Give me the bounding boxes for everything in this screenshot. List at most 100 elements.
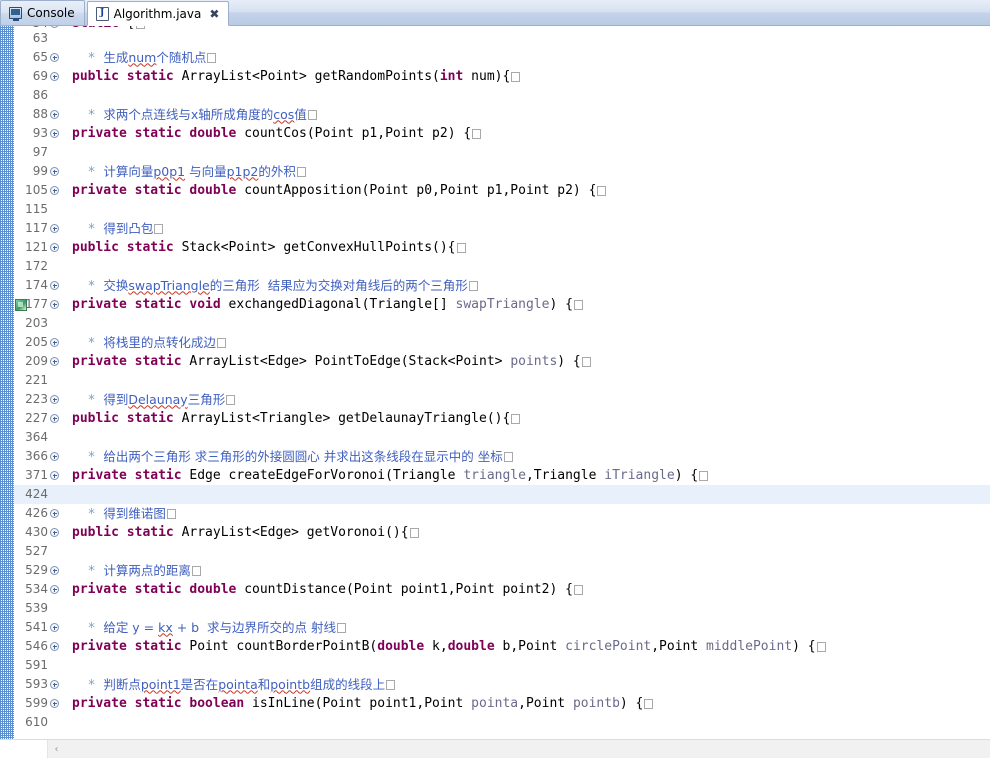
line-gutter[interactable]: 65: [14, 48, 61, 67]
horizontal-scrollbar[interactable]: ‹: [0, 739, 990, 758]
line-gutter[interactable]: 93: [14, 124, 61, 143]
collapsed-region-box-icon[interactable]: [597, 185, 607, 196]
fold-expand-icon[interactable]: [49, 585, 60, 594]
fold-expand-icon[interactable]: [49, 186, 60, 195]
code-line[interactable]: 88 * 求两个点连线与x轴所成角度的cos值: [14, 105, 990, 124]
collapsed-region-box-icon[interactable]: [386, 680, 396, 690]
line-gutter[interactable]: 115: [14, 200, 61, 219]
fold-expand-icon[interactable]: [49, 680, 60, 689]
line-gutter[interactable]: 223: [14, 390, 61, 409]
fold-expand-icon[interactable]: [49, 699, 60, 708]
collapsed-region-box-icon[interactable]: [226, 395, 236, 405]
line-gutter[interactable]: 591: [14, 656, 61, 675]
tab-algorithm-java[interactable]: J Algorithm.java ✖: [86, 1, 230, 26]
code-line[interactable]: 93 private static double countCos(Point p…: [14, 124, 990, 143]
tab-console[interactable]: Console: [0, 0, 85, 25]
code-line[interactable]: 430 public static ArrayList<Edge> getVoro…: [14, 523, 990, 542]
line-gutter[interactable]: 174: [14, 276, 61, 295]
code-line[interactable]: 209 private static ArrayList<Edge> PointT…: [14, 352, 990, 371]
line-gutter[interactable]: 97: [14, 143, 61, 162]
code-line[interactable]: 205 * 将栈里的点转化成边: [14, 333, 990, 352]
line-gutter[interactable]: 534: [14, 580, 61, 599]
scroll-left-arrow-icon[interactable]: ‹: [48, 740, 65, 758]
line-gutter[interactable]: 121: [14, 238, 61, 257]
fold-expand-icon[interactable]: [49, 642, 60, 651]
fold-expand-icon[interactable]: [49, 528, 60, 537]
collapsed-region-box-icon[interactable]: [472, 128, 482, 139]
code-line[interactable]: 610: [14, 713, 990, 732]
line-gutter[interactable]: 541: [14, 618, 61, 637]
code-line[interactable]: 69 public static ArrayList<Point> getRand…: [14, 67, 990, 86]
collapsed-region-box-icon[interactable]: [511, 71, 521, 82]
fold-expand-icon[interactable]: [49, 566, 60, 575]
fold-expand-icon[interactable]: [49, 243, 60, 252]
collapsed-region-box-icon[interactable]: [503, 452, 513, 462]
collapsed-region-box-icon[interactable]: [573, 299, 583, 310]
collapsed-region-box-icon[interactable]: [816, 641, 826, 652]
code-line[interactable]: 227 public static ArrayList<Triangle> get…: [14, 409, 990, 428]
collapsed-region-box-icon[interactable]: [216, 338, 226, 348]
collapsed-region-box-icon[interactable]: [456, 242, 466, 253]
code-line[interactable]: 97: [14, 143, 990, 162]
collapsed-region-box-icon[interactable]: [296, 167, 306, 177]
line-gutter[interactable]: 227: [14, 409, 61, 428]
line-gutter[interactable]: 203: [14, 314, 61, 333]
line-gutter[interactable]: 99: [14, 162, 61, 181]
code-area[interactable]: 54static {6365 * 生成num个随机点69public stati…: [14, 26, 990, 739]
fold-expand-icon[interactable]: [49, 338, 60, 347]
fold-expand-icon[interactable]: [49, 395, 60, 404]
collapsed-region-box-icon[interactable]: [581, 356, 591, 367]
line-gutter[interactable]: 105: [14, 181, 61, 200]
fold-expand-icon[interactable]: [49, 53, 60, 62]
code-line[interactable]: 426 * 得到维诺图: [14, 504, 990, 523]
collapsed-region-box-icon[interactable]: [468, 281, 478, 291]
code-line[interactable]: 63: [14, 29, 990, 48]
line-gutter[interactable]: 117: [14, 219, 61, 238]
code-line[interactable]: 371 private static Edge createEdgeForVoro…: [14, 466, 990, 485]
code-line[interactable]: 534 private static double countDistance(P…: [14, 580, 990, 599]
code-line[interactable]: 591: [14, 656, 990, 675]
fold-expand-icon[interactable]: [49, 281, 60, 290]
fold-expand-icon[interactable]: [49, 224, 60, 233]
collapsed-region-box-icon[interactable]: [644, 698, 654, 709]
close-icon[interactable]: ✖: [209, 8, 219, 20]
line-gutter[interactable]: 366: [14, 447, 61, 466]
line-gutter[interactable]: 69: [14, 67, 61, 86]
line-gutter[interactable]: 205: [14, 333, 61, 352]
line-gutter[interactable]: 177: [14, 295, 61, 314]
code-line[interactable]: 121 public static Stack<Point> getConvexH…: [14, 238, 990, 257]
fold-expand-icon[interactable]: [49, 26, 60, 28]
fold-expand-icon[interactable]: [49, 623, 60, 632]
fold-expand-icon[interactable]: [49, 509, 60, 518]
code-line[interactable]: 366 * 给出两个三角形 求三角形的外接圆圆心 并求出这条线段在显示中的 坐标: [14, 447, 990, 466]
line-gutter[interactable]: 364: [14, 428, 61, 447]
code-line[interactable]: 117 * 得到凸包: [14, 219, 990, 238]
code-line[interactable]: 105 private static double countApposition…: [14, 181, 990, 200]
collapsed-region-box-icon[interactable]: [207, 53, 217, 63]
line-gutter[interactable]: 371: [14, 466, 61, 485]
line-gutter[interactable]: 599: [14, 694, 61, 713]
code-line[interactable]: 593 * 判断点point1是否在pointa和pointb组成的线段上: [14, 675, 990, 694]
fold-expand-icon[interactable]: [49, 471, 60, 480]
scrollbar-track[interactable]: [65, 740, 990, 758]
line-gutter[interactable]: 610: [14, 713, 61, 732]
line-gutter[interactable]: 209: [14, 352, 61, 371]
collapsed-region-box-icon[interactable]: [511, 413, 521, 424]
fold-expand-icon[interactable]: [49, 110, 60, 119]
collapsed-region-box-icon[interactable]: [409, 527, 419, 538]
code-line[interactable]: 546 private static Point countBorderPoint…: [14, 637, 990, 656]
line-gutter[interactable]: 527: [14, 542, 61, 561]
code-line[interactable]: 99 * 计算向量p0p1 与向量p1p2的外积: [14, 162, 990, 181]
code-line[interactable]: 65 * 生成num个随机点: [14, 48, 990, 67]
code-line[interactable]: 599 private static boolean isInLine(Point…: [14, 694, 990, 713]
code-line[interactable]: 174 * 交换swapTriangle的三角形 结果应为交换对角线后的两个三角…: [14, 276, 990, 295]
code-line[interactable]: 529 * 计算两点的距离: [14, 561, 990, 580]
annotation-ruler[interactable]: [0, 26, 14, 739]
line-gutter[interactable]: 88: [14, 105, 61, 124]
line-gutter[interactable]: 426: [14, 504, 61, 523]
fold-expand-icon[interactable]: [49, 72, 60, 81]
fold-expand-icon[interactable]: [49, 167, 60, 176]
code-line[interactable]: 221: [14, 371, 990, 390]
line-gutter[interactable]: 172: [14, 257, 61, 276]
code-line[interactable]: 86: [14, 86, 990, 105]
